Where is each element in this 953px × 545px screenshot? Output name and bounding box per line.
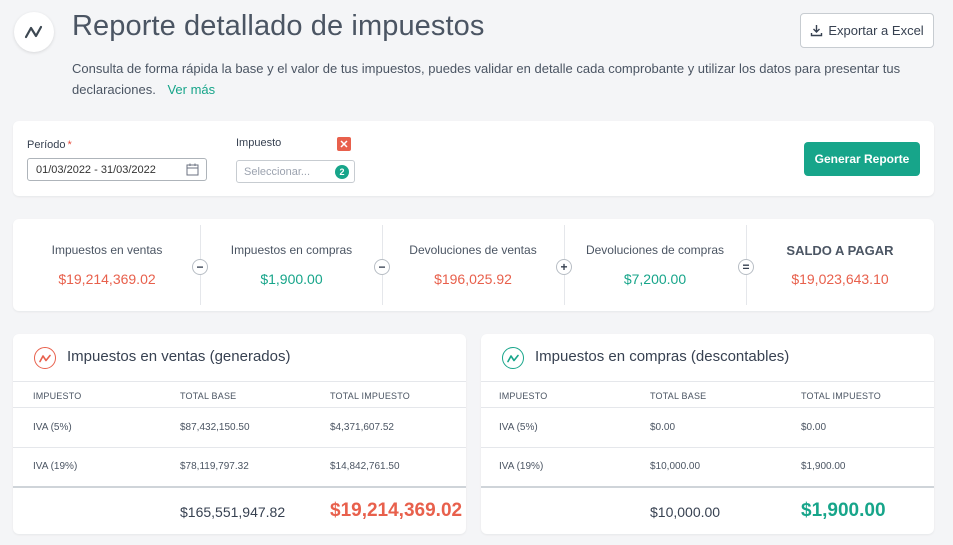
summary-value: $7,200.00 — [623, 271, 687, 287]
generate-report-button[interactable]: Generar Reporte — [804, 142, 920, 176]
calendar-icon[interactable] — [186, 163, 199, 176]
summary-sales-returns: Devoluciones de ventas $196,025.92 — [382, 219, 564, 311]
card-title: Impuestos en compras (descontables) — [535, 348, 790, 365]
summary-value: $19,214,369.02 — [58, 271, 156, 287]
download-icon — [811, 25, 823, 37]
column-header: IMPUESTO — [499, 391, 548, 401]
table-cell: $14,842,761.50 — [330, 461, 400, 472]
table-cell: IVA (19%) — [33, 461, 78, 472]
table-cell: $4,371,607.52 — [330, 422, 394, 433]
table-cell: IVA (19%) — [499, 461, 544, 472]
table-cell: $1,900.00 — [801, 461, 846, 472]
tax-label: Impuesto — [236, 137, 282, 149]
page-description: Consulta de forma rápida la base y el va… — [72, 58, 902, 100]
filters-panel: Período * 01/03/2022 - 31/03/2022 Impuest… — [13, 121, 934, 196]
divider — [13, 381, 466, 382]
table-cell: $0.00 — [650, 422, 676, 433]
summary-label: SALDO A PAGAR — [786, 243, 894, 258]
export-excel-button[interactable]: Exportar a Excel — [800, 13, 934, 48]
table-cell: $0.00 — [801, 422, 827, 433]
period-label: Período * — [27, 139, 72, 151]
table-cell: $87,432,150.50 — [180, 422, 250, 433]
tax-select[interactable]: Seleccionar... 2 — [236, 160, 355, 183]
summary-value: $196,025.92 — [434, 271, 512, 287]
summary-purchase-returns: Devoluciones de compras $7,200.00 — [564, 219, 746, 311]
summary-sales-taxes: Impuestos en ventas $19,214,369.02 — [13, 219, 201, 311]
summary-purchase-taxes: Impuestos en compras $1,900.00 — [201, 219, 382, 311]
period-value: 01/03/2022 - 31/03/2022 — [36, 163, 156, 176]
page-title: Reporte detallado de impuestos — [72, 10, 485, 42]
card-title: Impuestos en ventas (generados) — [67, 348, 291, 365]
summary-balance-due: SALDO A PAGAR $19,023,643.10 — [746, 219, 934, 311]
selected-count-badge: 2 — [335, 165, 349, 179]
trend-logo-icon — [24, 25, 43, 39]
see-more-link[interactable]: Ver más — [167, 82, 215, 97]
column-header: TOTAL BASE — [180, 391, 237, 401]
period-input[interactable]: 01/03/2022 - 31/03/2022 — [27, 158, 207, 181]
table-cell: $10,000.00 — [650, 461, 701, 472]
column-header: TOTAL IMPUESTO — [801, 391, 881, 401]
footer-total-tax: $1,900.00 — [801, 500, 886, 521]
divider — [481, 407, 934, 408]
divider — [13, 407, 466, 408]
trend-red-icon — [34, 347, 56, 369]
trend-green-icon — [502, 347, 524, 369]
summary-label: Impuestos en compras — [230, 243, 353, 257]
clear-tax-button[interactable] — [337, 137, 351, 151]
required-mark: * — [67, 139, 72, 151]
export-label: Exportar a Excel — [828, 23, 924, 38]
column-header: TOTAL IMPUESTO — [330, 391, 410, 401]
footer-total-base: $165,551,947.82 — [180, 504, 286, 520]
summary-label: Impuestos en ventas — [51, 243, 163, 257]
close-icon — [340, 140, 348, 148]
sales-taxes-card: Impuestos en ventas (generados) IMPUESTO… — [13, 334, 466, 534]
divider — [481, 486, 934, 488]
summary-value: $19,023,643.10 — [791, 271, 889, 287]
column-header: IMPUESTO — [33, 391, 82, 401]
tax-placeholder: Seleccionar... — [244, 165, 311, 178]
summary-label: Devoluciones de ventas — [409, 243, 537, 257]
app-logo — [14, 12, 54, 52]
purchase-taxes-card: Impuestos en compras (descontables) IMPU… — [481, 334, 934, 534]
summary-value: $1,900.00 — [260, 271, 323, 287]
table-cell: IVA (5%) — [499, 422, 538, 433]
divider — [481, 381, 934, 382]
summary-label: Devoluciones de compras — [585, 243, 725, 257]
summary-panel: Impuestos en ventas $19,214,369.02 − Imp… — [13, 219, 934, 311]
footer-total-tax: $19,214,369.02 — [330, 500, 463, 521]
divider — [13, 486, 466, 488]
table-cell: IVA (5%) — [33, 422, 72, 433]
footer-total-base: $10,000.00 — [650, 504, 721, 520]
column-header: TOTAL BASE — [650, 391, 707, 401]
table-cell: $78,119,797.32 — [180, 461, 249, 472]
divider — [13, 447, 466, 448]
period-label-text: Período — [27, 139, 66, 151]
divider — [481, 447, 934, 448]
